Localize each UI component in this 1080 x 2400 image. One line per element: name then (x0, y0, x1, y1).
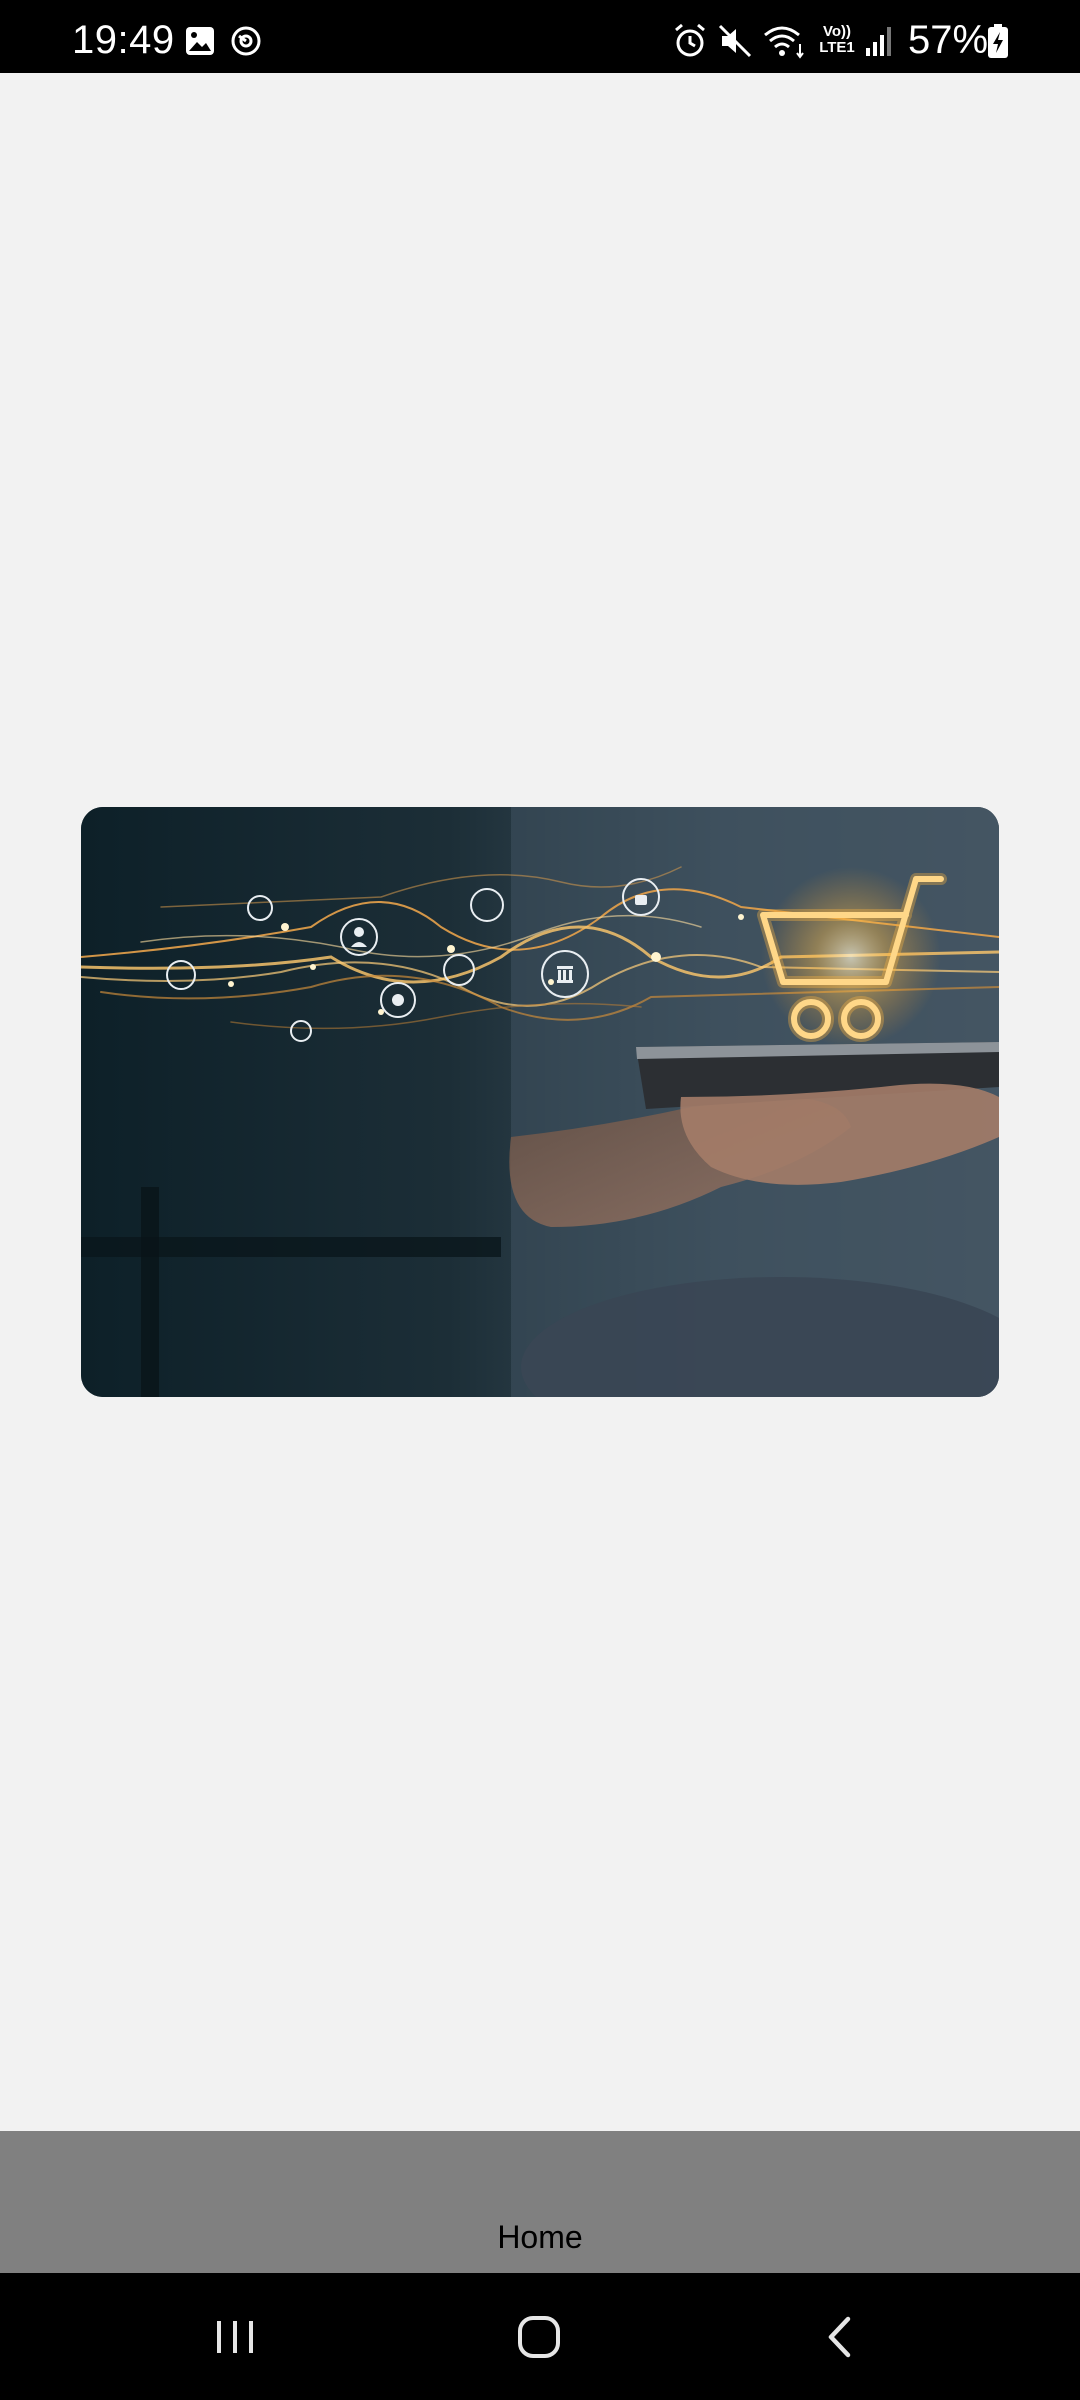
app-screen: 19:49 Vo)) LTE1 57% Home (0, 0, 1080, 2400)
volte-indicator: Vo)) LTE1 (819, 23, 855, 56)
home-icon[interactable] (509, 2307, 569, 2367)
system-navigation-bar (0, 2273, 1080, 2400)
gallery-icon (186, 27, 214, 55)
sync-icon (231, 26, 261, 56)
mute-icon (718, 24, 752, 58)
status-bar: 19:49 Vo)) LTE1 57% (0, 0, 1080, 73)
battery-charging-icon (988, 24, 1008, 58)
back-icon[interactable] (811, 2307, 871, 2367)
wifi-icon (764, 26, 804, 59)
status-time: 19:49 (72, 18, 175, 62)
battery-percent: 57% (908, 18, 989, 62)
hero-image (81, 807, 999, 1397)
signal-icon (866, 27, 891, 56)
tab-home[interactable]: Home (0, 2219, 1080, 2256)
bottom-tab-bar: Home (0, 2131, 1080, 2273)
recent-apps-icon[interactable] (207, 2307, 267, 2367)
alarm-icon (675, 23, 705, 57)
